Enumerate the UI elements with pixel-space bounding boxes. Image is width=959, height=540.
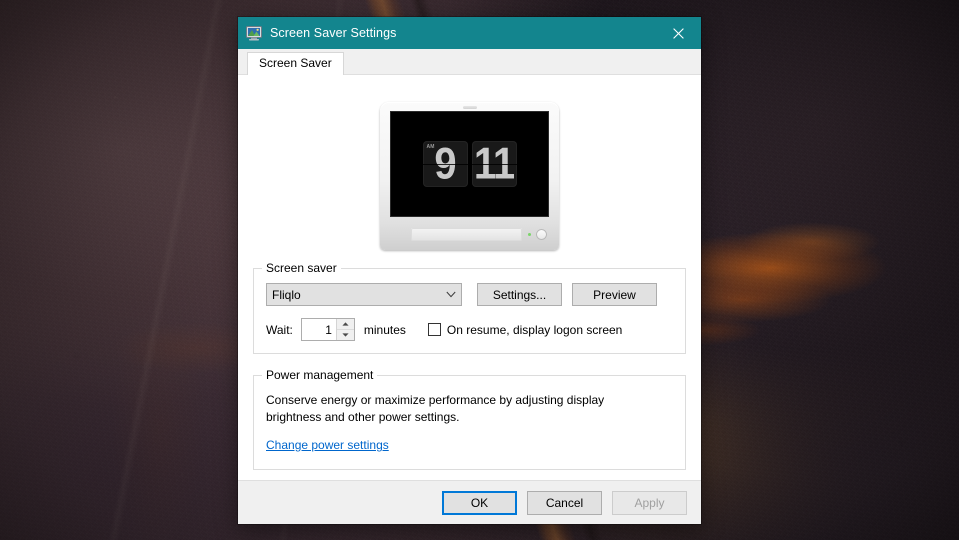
apply-button-label: Apply — [634, 495, 665, 510]
wait-input[interactable]: 1 — [302, 319, 336, 340]
monitor-base-panel — [411, 228, 522, 241]
power-button-icon — [536, 229, 547, 240]
apply-button[interactable]: Apply — [612, 490, 687, 515]
monitor-notch — [462, 106, 477, 109]
wait-quantity-stepper[interactable]: 1 — [300, 318, 355, 341]
fliqlo-clock: AM 9 11 — [422, 141, 517, 187]
cancel-button-label: Cancel — [545, 495, 584, 510]
wait-spinner-buttons — [335, 319, 354, 340]
tab-screen-saver[interactable]: Screen Saver — [247, 52, 344, 75]
checkbox-box-icon — [427, 323, 441, 336]
dialog-content: AM 9 11 Screen saver Fliqlo Settings... … — [238, 75, 701, 480]
logon-screen-checkbox[interactable]: On resume, display logon screen — [427, 322, 623, 337]
monitor-graphic: AM 9 11 — [380, 102, 559, 250]
spinner-down-icon[interactable] — [336, 329, 354, 340]
power-management-description: Conserve energy or maximize performance … — [266, 393, 605, 424]
ok-button-label: OK — [470, 495, 489, 510]
spinner-up-icon[interactable] — [336, 319, 354, 329]
screen-saver-group: Screen saver Fliqlo Settings... Preview — [253, 261, 686, 354]
flip-card-hour: AM 9 — [422, 141, 468, 187]
screensaver-preview-area: AM 9 11 — [253, 75, 686, 250]
tab-strip: Screen Saver — [238, 49, 701, 75]
ok-button[interactable]: OK — [442, 490, 517, 515]
flip-split-line-minute — [471, 164, 517, 165]
flip-card-minute: 11 — [471, 141, 517, 187]
wait-label: Wait: — [266, 322, 293, 337]
flip-split-line-hour — [422, 164, 468, 165]
power-led-icon — [528, 233, 531, 236]
screen-saver-settings-dialog: Screen Saver Settings Screen Saver AM 9 — [238, 17, 701, 524]
power-management-group: Power management Conserve energy or maxi… — [253, 368, 686, 470]
preview-screen: AM 9 11 — [390, 111, 549, 217]
settings-button-label: Settings... — [492, 287, 547, 302]
screensaver-dropdown-value: Fliqlo — [272, 287, 301, 302]
settings-button[interactable]: Settings... — [477, 283, 562, 306]
screensaver-select-row: Fliqlo Settings... Preview — [266, 283, 673, 306]
window-title: Screen Saver Settings — [270, 26, 397, 40]
power-management-group-title: Power management — [262, 368, 378, 383]
title-bar: Screen Saver Settings — [238, 17, 701, 49]
minutes-label: minutes — [363, 322, 406, 337]
cancel-button[interactable]: Cancel — [527, 490, 602, 515]
preview-button-label: Preview — [593, 287, 636, 302]
monitor-icon — [246, 25, 262, 41]
monitor-base — [389, 226, 550, 243]
screensaver-dropdown[interactable]: Fliqlo — [266, 283, 462, 306]
chevron-down-icon — [441, 291, 461, 298]
preview-button[interactable]: Preview — [572, 283, 657, 306]
screen-saver-group-title: Screen saver — [262, 261, 341, 276]
wait-row: Wait: 1 minutes On resume, display logon… — [266, 318, 673, 341]
tab-label: Screen Saver — [259, 56, 332, 70]
dialog-footer: OK Cancel Apply — [238, 480, 701, 524]
logon-screen-checkbox-label: On resume, display logon screen — [446, 322, 623, 337]
close-icon[interactable] — [656, 17, 701, 49]
change-power-settings-link[interactable]: Change power settings — [266, 438, 389, 452]
